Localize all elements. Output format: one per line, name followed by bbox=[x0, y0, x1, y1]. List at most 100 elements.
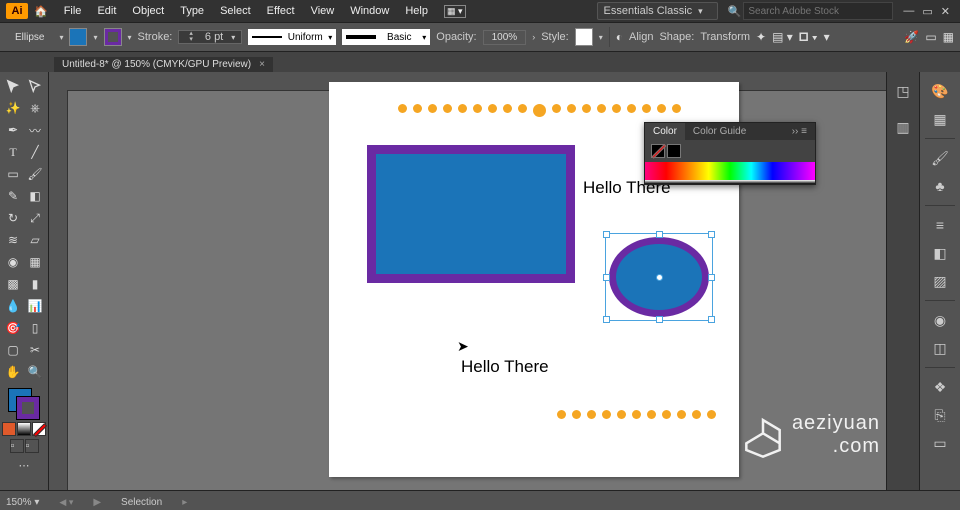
canvas-area[interactable]: Hello There ➤ Hello There Color Col bbox=[49, 72, 886, 490]
color-ramp-bw[interactable] bbox=[645, 180, 815, 184]
stroke-weight-input[interactable]: ▴▾ 6 pt▾ bbox=[178, 30, 242, 44]
paintbrush-tool[interactable]: 🖌 bbox=[25, 164, 45, 184]
symbol-sprayer-tool[interactable]: 🎯 bbox=[3, 318, 23, 338]
magic-wand-tool[interactable]: ✨ bbox=[3, 98, 23, 118]
appearance-icon[interactable]: ◉ bbox=[927, 307, 953, 333]
nav-left-icon[interactable]: ◀ ▾ bbox=[59, 497, 73, 508]
zoom-tool[interactable]: 🔍 bbox=[25, 362, 45, 382]
isolate-icon[interactable]: ✦ bbox=[756, 30, 766, 44]
prefs-icon[interactable]: ▦ bbox=[943, 30, 954, 44]
select-similar-icon[interactable]: 🞒 ▾ bbox=[799, 30, 818, 45]
color-guide-tab[interactable]: Color Guide bbox=[685, 123, 754, 140]
eyedropper-tool[interactable]: 💧 bbox=[3, 296, 23, 316]
shape-builder-tool[interactable]: ◉ bbox=[3, 252, 23, 272]
menu-window[interactable]: Window bbox=[350, 5, 389, 18]
graphic-styles-icon[interactable]: ◫ bbox=[927, 335, 953, 361]
color-tab[interactable]: Color bbox=[645, 123, 685, 140]
color-spectrum[interactable] bbox=[645, 162, 815, 180]
libraries-icon[interactable]: ▥ bbox=[890, 114, 916, 140]
home-icon[interactable]: 🏠 bbox=[34, 5, 48, 18]
type-tool[interactable]: T bbox=[3, 142, 23, 162]
stroke-swatch[interactable] bbox=[104, 28, 122, 46]
doc-setup-icon[interactable]: ▭ bbox=[925, 30, 936, 44]
panel-stroke-proxy[interactable] bbox=[667, 144, 681, 158]
column-graph-tool[interactable]: ▯ bbox=[25, 318, 45, 338]
transparency-icon[interactable]: ▨ bbox=[927, 268, 953, 294]
dotted-line-top[interactable] bbox=[395, 104, 684, 117]
fill-stroke-proxy[interactable] bbox=[8, 388, 40, 420]
panel-fill-proxy[interactable] bbox=[651, 144, 665, 158]
line-tool[interactable]: ╱ bbox=[25, 142, 45, 162]
direct-selection-tool[interactable] bbox=[25, 76, 45, 96]
status-menu-icon[interactable]: ▸ bbox=[182, 497, 187, 508]
perspective-tool[interactable]: ▦ bbox=[25, 252, 45, 272]
width-tool[interactable]: ≋ bbox=[3, 230, 23, 250]
workspace-select[interactable]: Essentials Classic bbox=[597, 2, 718, 20]
selection-tool[interactable] bbox=[3, 76, 23, 96]
menu-help[interactable]: Help bbox=[405, 5, 428, 18]
menu-file[interactable]: File bbox=[64, 5, 82, 18]
blue-rectangle[interactable] bbox=[367, 145, 575, 283]
stroke-profile-select[interactable]: Uniform▾ bbox=[248, 29, 336, 45]
shape-label[interactable]: Shape: bbox=[659, 31, 694, 43]
blend-tool[interactable]: 📊 bbox=[25, 296, 45, 316]
artboards-icon[interactable]: ▭ bbox=[927, 430, 953, 456]
slice-tool[interactable]: ✂ bbox=[25, 340, 45, 360]
brushes-icon[interactable]: 🖌 bbox=[927, 145, 953, 171]
color-mode[interactable] bbox=[2, 422, 16, 436]
shaper-tool[interactable]: ✎ bbox=[3, 186, 23, 206]
style-swatch[interactable] bbox=[575, 28, 593, 46]
none-mode[interactable] bbox=[32, 422, 46, 436]
nav-right-icon[interactable]: ▶ bbox=[93, 497, 101, 508]
symbols-icon[interactable]: ♣ bbox=[927, 173, 953, 199]
lasso-tool[interactable]: ⎈ bbox=[25, 98, 45, 118]
arrange-icon[interactable]: ▤ ▾ bbox=[772, 30, 793, 44]
color-icon[interactable]: 🎨 bbox=[927, 78, 953, 104]
asset-export-icon[interactable]: ⎘ bbox=[927, 402, 953, 428]
color-panel[interactable]: Color Color Guide ›› ≡ bbox=[644, 122, 816, 185]
gradient-mode[interactable] bbox=[17, 422, 31, 436]
gradient-panel-icon[interactable]: ◧ bbox=[927, 240, 953, 266]
ellipse-selection[interactable] bbox=[609, 237, 709, 317]
hand-tool[interactable]: ✋ bbox=[3, 362, 23, 382]
draw-mode[interactable]: ▫ bbox=[10, 439, 24, 453]
fill-swatch[interactable] bbox=[69, 28, 87, 46]
edit-toolbar-icon[interactable]: ⋯ bbox=[19, 459, 30, 472]
screen-mode[interactable]: ▫ bbox=[25, 439, 39, 453]
menu-view[interactable]: View bbox=[311, 5, 335, 18]
gradient-tool[interactable]: ▮ bbox=[25, 274, 45, 294]
dotted-line-bottom[interactable] bbox=[554, 410, 719, 422]
hello-text-2[interactable]: Hello There bbox=[461, 357, 549, 377]
pen-tool[interactable]: ✒ bbox=[3, 120, 23, 140]
gpu-icon[interactable]: 🚀 bbox=[904, 30, 919, 44]
maximize-icon[interactable]: ▭ bbox=[922, 5, 932, 18]
menu-type[interactable]: Type bbox=[180, 5, 204, 18]
menu-edit[interactable]: Edit bbox=[97, 5, 116, 18]
rotate-tool[interactable]: ↻ bbox=[3, 208, 23, 228]
align-label[interactable]: Align bbox=[629, 31, 653, 43]
zoom-select[interactable]: 150% ▾ bbox=[6, 497, 39, 508]
mesh-tool[interactable]: ▩ bbox=[3, 274, 23, 294]
opacity-input[interactable]: 100% bbox=[483, 30, 527, 45]
minimize-icon[interactable]: — bbox=[903, 5, 914, 18]
stroke-panel-icon[interactable]: ≡ bbox=[927, 212, 953, 238]
properties-icon[interactable]: ◳ bbox=[890, 78, 916, 104]
free-transform-tool[interactable]: ▱ bbox=[25, 230, 45, 250]
close-icon[interactable]: ✕ bbox=[941, 5, 950, 18]
eraser-tool[interactable]: ◧ bbox=[25, 186, 45, 206]
menu-select[interactable]: Select bbox=[220, 5, 251, 18]
menu-object[interactable]: Object bbox=[132, 5, 164, 18]
layers-icon[interactable]: ❖ bbox=[927, 374, 953, 400]
brush-definition-select[interactable]: Basic▾ bbox=[342, 29, 430, 45]
rectangle-tool[interactable]: ▭ bbox=[3, 164, 23, 184]
bridge-icon[interactable]: ▦ ▾ bbox=[444, 5, 466, 18]
proxy-stroke[interactable] bbox=[16, 396, 40, 420]
transform-label[interactable]: Transform bbox=[700, 31, 750, 43]
panel-collapse-icon[interactable]: ›› ≡ bbox=[784, 123, 815, 140]
document-tab[interactable]: Untitled-8* @ 150% (CMYK/GPU Preview) × bbox=[54, 57, 273, 72]
recolor-icon[interactable]: ◐ bbox=[616, 30, 623, 44]
scale-tool[interactable]: ⤢ bbox=[25, 208, 45, 228]
menu-effect[interactable]: Effect bbox=[267, 5, 295, 18]
more-icon[interactable]: ▾ bbox=[824, 30, 830, 44]
search-input[interactable] bbox=[743, 2, 893, 20]
